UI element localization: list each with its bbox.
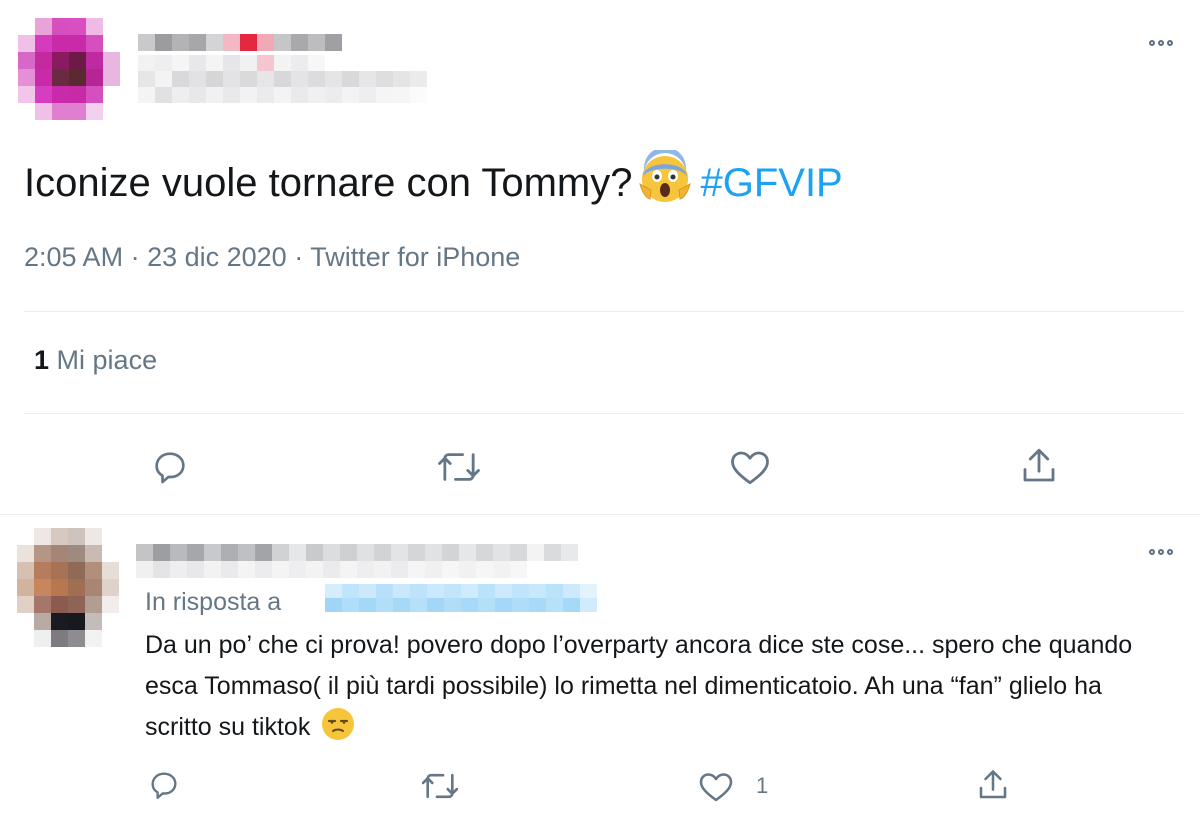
main-author-name[interactable] — [138, 34, 342, 51]
hashtag-link[interactable]: #GFVIP — [700, 161, 842, 205]
reply-icon[interactable] — [150, 447, 190, 487]
reply-icon[interactable] — [147, 768, 181, 802]
retweet-icon[interactable] — [436, 447, 482, 487]
share-icon[interactable] — [1018, 445, 1060, 487]
share-icon[interactable] — [975, 767, 1011, 803]
reply-to-line: In risposta a — [145, 588, 281, 617]
likes-summary[interactable]: 1 Mi piace — [34, 345, 157, 376]
tweet-date[interactable]: 23 dic 2020 — [147, 242, 287, 272]
main-more-options-icon[interactable] — [1149, 40, 1173, 46]
meta-separator: · — [294, 242, 311, 272]
like-icon[interactable] — [729, 447, 771, 487]
main-tweet-text-content: Iconize vuole tornare con Tommy? — [24, 161, 633, 205]
likes-count: 1 — [34, 345, 50, 375]
reply-tweet-text: Da un po’ che ci prova! povero dopo l’ov… — [145, 625, 1155, 754]
tweet-metadata: 2:05 AM · 23 dic 2020 · Twitter for iPho… — [24, 242, 520, 273]
reply-author-name[interactable] — [136, 544, 629, 578]
reply-to-label: In risposta a — [145, 588, 282, 616]
meta-separator: · — [130, 242, 148, 272]
divider — [24, 311, 1184, 312]
reply-like-count: 1 — [756, 773, 769, 798]
reply-tweet-text-content: Da un po’ che ci prova! povero dopo l’ov… — [145, 631, 1133, 741]
divider — [0, 514, 1200, 515]
tweet-source[interactable]: Twitter for iPhone — [310, 242, 520, 272]
reply-avatar[interactable] — [17, 528, 119, 647]
main-avatar[interactable] — [18, 18, 120, 120]
main-author-handle[interactable] — [138, 55, 427, 103]
face-screaming-in-fear-icon — [638, 147, 692, 219]
main-tweet-text: Iconize vuole tornare con Tommy? #GFVIP — [24, 147, 843, 219]
reply-more-options-icon[interactable] — [1149, 549, 1173, 555]
divider — [24, 413, 1184, 414]
retweet-icon[interactable] — [420, 769, 460, 803]
unamused-face-icon — [321, 707, 355, 754]
reply-to-handle-link[interactable] — [325, 584, 597, 612]
tweet-time[interactable]: 2:05 AM — [24, 242, 123, 272]
likes-label: Mi piace — [56, 345, 158, 375]
like-icon[interactable] — [698, 770, 734, 803]
